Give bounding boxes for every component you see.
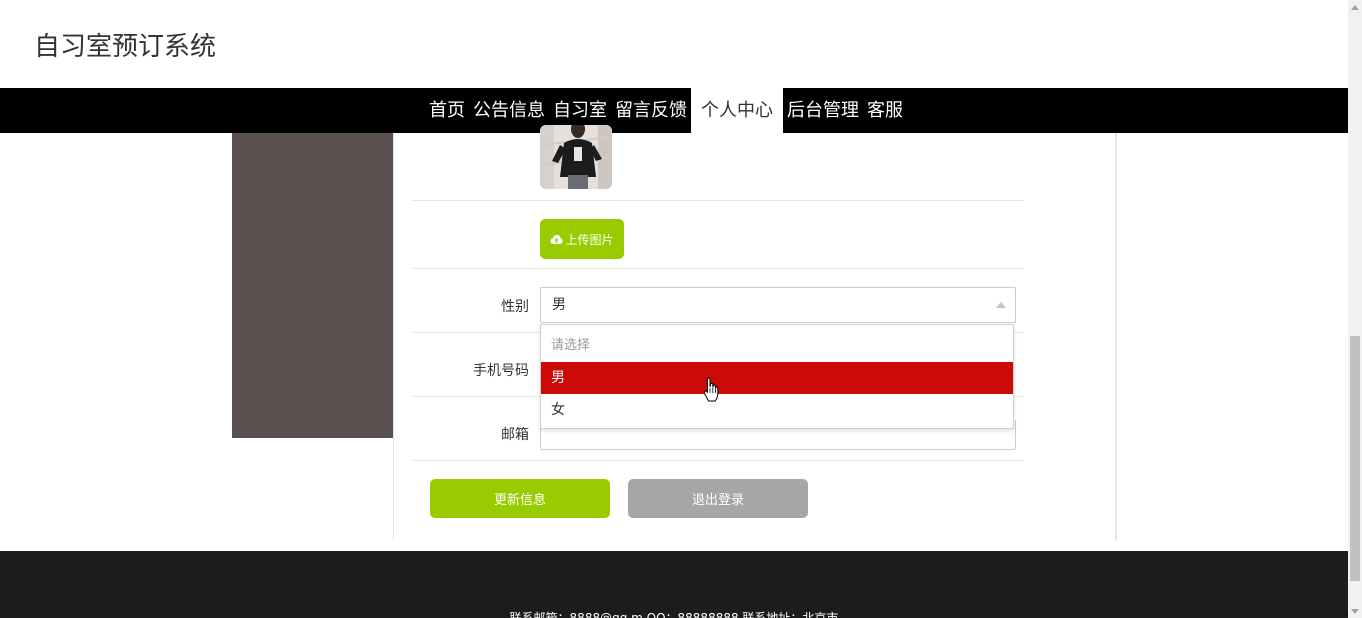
site-header: 自习室预订系统 [0, 0, 1348, 88]
nav-item-personal-center[interactable]: 个人中心 [691, 88, 783, 133]
profile-form: 上传图片 性别 男 手机号码 邮箱 邮箱1 请选择 男 女 [393, 125, 1117, 540]
logout-button[interactable]: 退出登录 [628, 479, 808, 518]
cloud-upload-icon [550, 234, 563, 244]
upload-button-label: 上传图片 [565, 232, 614, 247]
content-area: 上传图片 性别 男 手机号码 邮箱 邮箱1 请选择 男 女 [0, 125, 1348, 551]
dropdown-option-male[interactable]: 男 [541, 362, 1013, 394]
site-title: 自习室预订系统 [34, 32, 217, 62]
page-scrollbar[interactable] [1348, 0, 1362, 618]
scroll-up-icon[interactable] [1351, 5, 1359, 10]
gender-select[interactable]: 男 [540, 287, 1016, 323]
nav-item-customer-service[interactable]: 客服 [863, 88, 907, 133]
email-label: 邮箱 [501, 427, 529, 443]
footer-contact-text: 联系邮箱：8888@qq.m QQ：88888888 联系地址：北京市 [509, 611, 839, 618]
hand-pointer-cursor-icon [703, 377, 719, 402]
nav-item-announcements[interactable]: 公告信息 [469, 88, 549, 133]
main-nav: 首页 公告信息 自习室 留言反馈 个人中心 后台管理 客服 [0, 88, 1348, 133]
gender-dropdown: 请选择 男 女 [540, 324, 1014, 429]
avatar [540, 125, 612, 189]
nav-item-feedback[interactable]: 留言反馈 [611, 88, 691, 133]
avatar-photo [540, 125, 612, 189]
dropdown-option-female[interactable]: 女 [541, 394, 1013, 426]
scroll-thumb[interactable] [1350, 336, 1360, 581]
row-divider [412, 268, 1024, 269]
upload-image-button[interactable]: 上传图片 [540, 219, 624, 259]
nav-item-home[interactable]: 首页 [425, 88, 469, 133]
dropdown-option-placeholder[interactable]: 请选择 [541, 330, 1013, 362]
sidebar-panel [232, 133, 394, 438]
page: 自习室预订系统 首页 公告信息 自习室 留言反馈 个人中心 后台管理 客服 上传… [0, 0, 1362, 618]
row-divider [412, 460, 1024, 461]
nav-items: 首页 公告信息 自习室 留言反馈 个人中心 后台管理 客服 [425, 88, 907, 133]
row-divider [412, 200, 1024, 201]
gender-select-value: 男 [552, 297, 566, 313]
nav-item-admin[interactable]: 后台管理 [783, 88, 863, 133]
gender-label: 性别 [501, 299, 529, 315]
site-footer: 联系邮箱：8888@qq.m QQ：88888888 联系地址：北京市 [0, 551, 1348, 618]
update-info-button[interactable]: 更新信息 [430, 479, 610, 518]
scroll-down-icon[interactable] [1351, 609, 1359, 614]
phone-label: 手机号码 [473, 363, 529, 379]
caret-up-icon [996, 302, 1006, 308]
